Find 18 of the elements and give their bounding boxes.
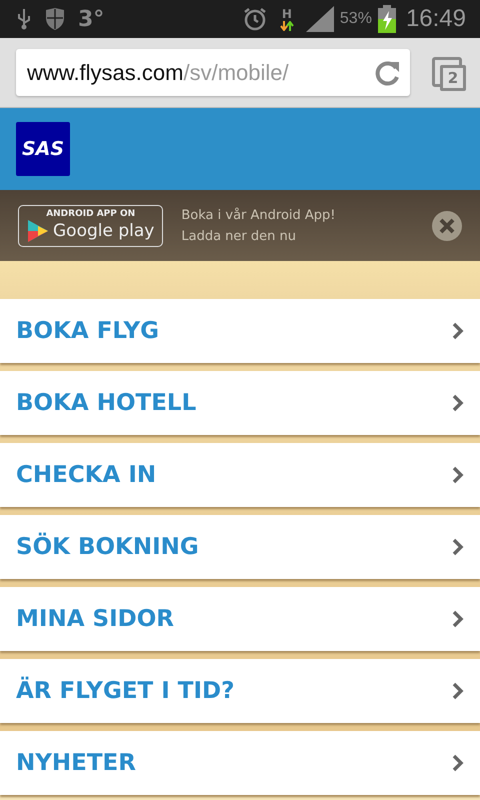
menu-item[interactable]: BOKA HOTELL: [0, 371, 480, 435]
menu-item[interactable]: BOKA FLYG: [0, 299, 480, 363]
banner-text: Ladda ner den nu: [181, 228, 297, 244]
temperature: 3°: [78, 6, 104, 32]
menu-item[interactable]: CHECKA IN: [0, 443, 480, 507]
logo[interactable]: SAS: [16, 122, 70, 176]
tabs-button[interactable]: 2: [432, 56, 464, 88]
url-text: www.flysas.com/sv/mobile/: [27, 60, 289, 86]
clock: 16:49: [406, 5, 466, 33]
battery-percent: 53%: [340, 10, 372, 28]
menu-item[interactable]: ÄR FLYGET I TID?: [0, 659, 480, 723]
network-type: H: [282, 8, 292, 20]
menu-item[interactable]: MINA SIDOR: [0, 587, 480, 651]
google-play-badge[interactable]: ANDROID APP ON Google play: [18, 204, 164, 246]
menu-item[interactable]: SÖK BOKNING: [0, 515, 480, 579]
menu-item[interactable]: NYHETER: [0, 731, 480, 795]
address-bar[interactable]: www.flysas.com/sv/mobile/: [16, 49, 410, 96]
banner-text: Boka i vår Android App!: [181, 208, 337, 222]
